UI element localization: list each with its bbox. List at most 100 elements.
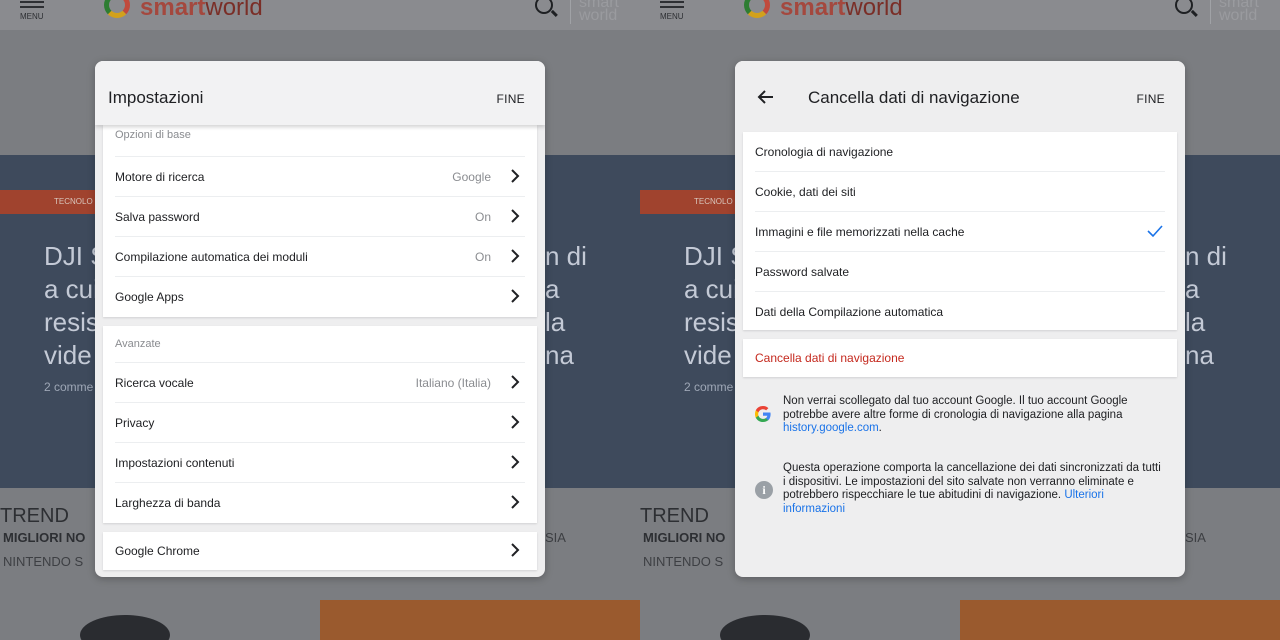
- settings-row-bandwidth[interactable]: Larghezza di banda: [115, 483, 525, 523]
- search-icon[interactable]: [535, 0, 553, 14]
- back-arrow-icon[interactable]: [757, 88, 775, 106]
- trend-right-text: SIA: [545, 530, 566, 545]
- trend-item[interactable]: MIGLIORI NO: [643, 530, 725, 545]
- dialog-header: Cancella dati di navigazione FINE: [735, 61, 1185, 125]
- clear-button-card: Cancella dati di navigazione: [743, 339, 1177, 377]
- row-value: On: [474, 250, 491, 264]
- checkbox-row-cache[interactable]: Immagini e file memorizzati nella cache: [755, 212, 1165, 252]
- left-screen: MENU smartworld smart world TECNOLO DJI S…: [0, 0, 640, 640]
- chrome-card: Google Chrome: [103, 532, 537, 570]
- trend-item[interactable]: MIGLIORI NO: [3, 530, 85, 545]
- bottom-banner: [960, 600, 1280, 640]
- settings-row-voice-search[interactable]: Ricerca vocale Italiano (Italia): [115, 363, 525, 403]
- row-value: Google: [452, 170, 491, 184]
- settings-row-privacy[interactable]: Privacy: [115, 403, 525, 443]
- logo-suffix: world: [845, 0, 903, 21]
- row-value: Italiano (Italia): [415, 376, 491, 390]
- hero-title-right-line: la: [1185, 307, 1206, 337]
- hero-title-right-line: n di: [1185, 241, 1227, 271]
- chevron-right-icon: [511, 209, 520, 223]
- logo-suffix: world: [205, 0, 263, 21]
- row-label: Salva password: [115, 210, 200, 224]
- logo-prefix: smart: [140, 0, 206, 21]
- advanced-options-card: Avanzate Ricerca vocale Italiano (Italia…: [103, 326, 537, 523]
- logo-icon: [744, 0, 770, 18]
- logo-prefix: smart: [780, 0, 846, 21]
- history-link[interactable]: history.google.com: [783, 422, 879, 434]
- chevron-right-icon: [511, 169, 520, 183]
- section-header: Avanzate: [115, 326, 525, 363]
- hero-comments: 2 comme: [684, 380, 734, 394]
- bottom-thumbnail: [80, 615, 170, 640]
- dialog-title: Cancella dati di navigazione: [808, 88, 1020, 107]
- bottom-banner: [320, 600, 640, 640]
- hero-title-right-line: na: [545, 340, 574, 370]
- chevron-right-icon: [511, 543, 520, 557]
- brand-mini-logo: smart world: [570, 0, 640, 24]
- hero-title-right-line: la: [545, 307, 566, 337]
- settings-row-google-apps[interactable]: Google Apps: [115, 277, 525, 317]
- clear-data-button[interactable]: Cancella dati di navigazione: [755, 351, 904, 365]
- settings-row-google-chrome[interactable]: Google Chrome: [115, 532, 525, 570]
- info-text: Questa operazione comporta la cancellazi…: [783, 462, 1161, 501]
- hero-title-right-line: n di: [545, 241, 587, 271]
- hero-title-right: n di a la na: [545, 240, 587, 372]
- hero-title-right-line: na: [1185, 340, 1214, 370]
- row-label: Privacy: [115, 416, 155, 430]
- logo-icon: [104, 0, 130, 18]
- site-header: MENU smartworld smart world: [0, 0, 640, 30]
- checkbox-row-history[interactable]: Cronologia di navigazione: [755, 132, 1165, 172]
- chevron-right-icon: [511, 495, 520, 509]
- trend-heading: TREND: [0, 505, 69, 527]
- brand-mini-line2: world: [1219, 7, 1258, 24]
- chevron-right-icon: [511, 375, 520, 389]
- info-text-end: .: [878, 422, 882, 434]
- row-label: Immagini e file memorizzati nella cache: [755, 225, 965, 239]
- trend-item[interactable]: NINTENDO S: [643, 554, 723, 569]
- info-icon: i: [755, 481, 773, 499]
- google-g-icon: [755, 406, 771, 422]
- checkbox-row-autofill[interactable]: Dati della Compilazione automatica: [755, 292, 1165, 332]
- basic-options-card: Opzioni di base Motore di ricerca Google…: [103, 125, 537, 317]
- hero-title-right: n di a la na: [1185, 240, 1227, 372]
- brand-mini-logo: smart world: [1210, 0, 1280, 24]
- row-label: Password salvate: [755, 265, 850, 279]
- info-text: Non verrai scollegato dal tuo account Go…: [783, 395, 1128, 421]
- chevron-right-icon: [511, 289, 520, 303]
- row-label: Motore di ricerca: [115, 170, 205, 184]
- section-header: Opzioni di base: [115, 125, 525, 157]
- site-logo[interactable]: smartworld: [780, 0, 903, 22]
- done-button[interactable]: FINE: [1136, 92, 1165, 106]
- search-icon[interactable]: [1175, 0, 1193, 14]
- row-label: Cronologia di navigazione: [755, 145, 894, 159]
- settings-row-search-engine[interactable]: Motore di ricerca Google: [115, 157, 525, 197]
- trend-right-text: SIA: [1185, 530, 1206, 545]
- settings-row-autofill[interactable]: Compilazione automatica dei moduli On: [115, 237, 525, 277]
- row-label: Cookie, dati dei siti: [755, 185, 856, 199]
- hero-comments: 2 comme: [44, 380, 94, 394]
- data-types-card: Cronologia di navigazione Cookie, dati d…: [743, 132, 1177, 330]
- row-label: Impostazioni contenuti: [115, 456, 235, 470]
- sync-info: Questa operazione comporta la cancellazi…: [783, 462, 1163, 516]
- right-screen: MENU smartworld smart world TECNOLO DJI S…: [640, 0, 1280, 640]
- row-label: Google Apps: [115, 290, 184, 304]
- checkbox-row-passwords[interactable]: Password salvate: [755, 252, 1165, 292]
- settings-row-save-password[interactable]: Salva password On: [115, 197, 525, 237]
- row-label: Larghezza di banda: [115, 496, 221, 510]
- row-label: Ricerca vocale: [115, 376, 194, 390]
- settings-dialog: Impostazioni FINE Opzioni di base Motore…: [95, 61, 545, 577]
- row-value: On: [474, 210, 491, 224]
- site-header: MENU smartworld smart world: [640, 0, 1280, 30]
- site-logo[interactable]: smartworld: [140, 0, 263, 22]
- brand-mini-line2: world: [579, 7, 618, 24]
- done-button[interactable]: FINE: [496, 92, 525, 106]
- row-label: Google Chrome: [115, 544, 200, 558]
- row-label: Dati della Compilazione automatica: [755, 305, 944, 319]
- hero-title-right-line: a: [545, 274, 560, 304]
- checkbox-row-cookies[interactable]: Cookie, dati dei siti: [755, 172, 1165, 212]
- checkmark-icon: [1147, 225, 1163, 238]
- chevron-right-icon: [511, 455, 520, 469]
- settings-row-content-settings[interactable]: Impostazioni contenuti: [115, 443, 525, 483]
- hero-title-right-line: a: [1185, 274, 1200, 304]
- trend-item[interactable]: NINTENDO S: [3, 554, 83, 569]
